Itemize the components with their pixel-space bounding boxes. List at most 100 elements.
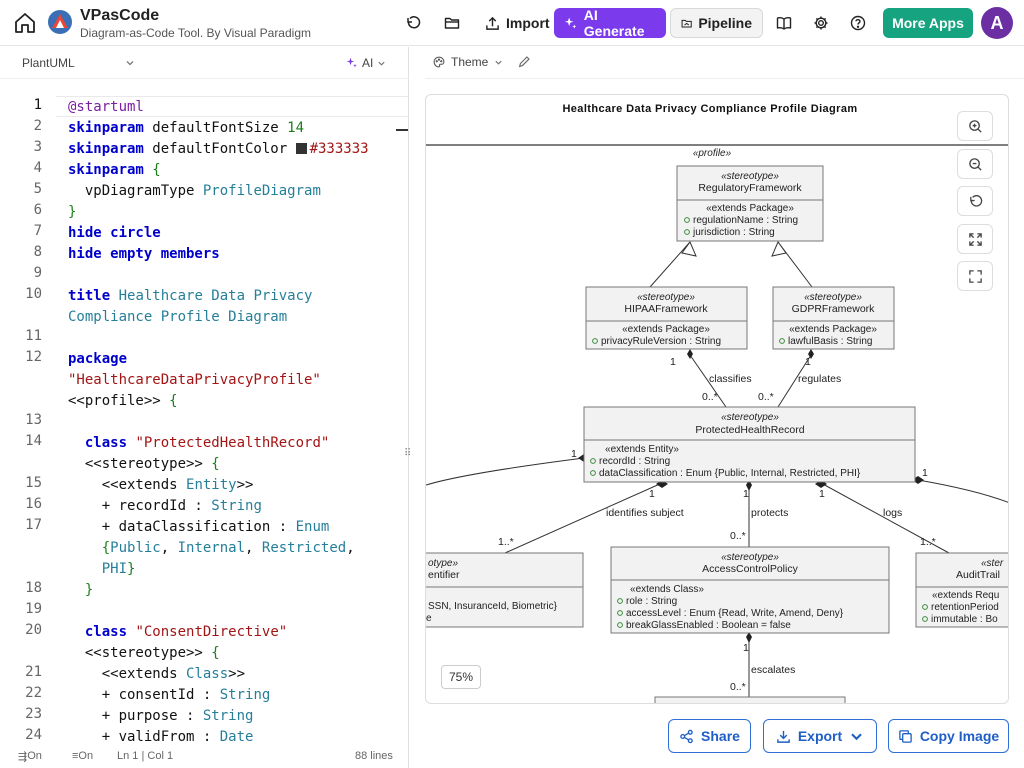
multiplicity: 1 xyxy=(743,488,749,500)
line-number: 16 xyxy=(25,496,42,512)
help-icon xyxy=(850,15,866,31)
line-number: 5 xyxy=(33,181,42,197)
stereotype-label: «stereotype» xyxy=(721,552,779,563)
profile-label: «profile» xyxy=(693,148,732,159)
class-box-hipaa-framework[interactable]: «stereotype» HIPAAFramework «extends Pac… xyxy=(585,286,748,350)
multiplicity: 0..* xyxy=(730,681,746,693)
multiplicity: 1 xyxy=(743,642,749,654)
code-editor[interactable]: 1 @startuml 2 skinparam defaultFontSize … xyxy=(0,95,408,742)
extends-label: «extends Requ xyxy=(932,590,999,601)
attribute: recordId : String xyxy=(599,456,670,467)
attribute: SSN, InsuranceId, Biometric} xyxy=(428,601,558,612)
ai-generate-button[interactable]: AI Generate xyxy=(554,7,666,39)
minimap-toggle[interactable]: ≡ On xyxy=(72,750,93,762)
line-number: 12 xyxy=(25,349,42,365)
attribute: immutable : Bo xyxy=(931,614,998,625)
share-button[interactable]: Share xyxy=(668,719,751,753)
vpascode-logo xyxy=(46,8,74,36)
association-left xyxy=(426,457,585,486)
line-number: 20 xyxy=(25,622,42,638)
extends-label: «extends Class» xyxy=(630,584,704,595)
share-icon xyxy=(680,729,693,743)
help-button[interactable] xyxy=(845,10,871,36)
class-name: AuditTrail xyxy=(956,569,1000,581)
attribute: breakGlassEnabled : Boolean = false xyxy=(626,620,791,631)
line-number: 3 xyxy=(33,139,42,155)
attribute: retentionPeriod xyxy=(931,602,999,613)
word-wrap-toggle[interactable]: ⇶ On xyxy=(18,750,42,763)
class-name: AccessControlPolicy xyxy=(702,563,798,575)
chevron-down-icon xyxy=(126,61,134,66)
share-label: Share xyxy=(701,728,740,744)
class-box-escalation[interactable] xyxy=(654,696,846,704)
reset-zoom-button[interactable] xyxy=(957,186,993,216)
zoom-out-button[interactable] xyxy=(957,149,993,179)
edit-theme-button[interactable] xyxy=(518,55,531,73)
class-name: HIPAAFramework xyxy=(624,303,708,315)
fit-to-screen-button[interactable] xyxy=(957,224,993,254)
sparkle-icon xyxy=(564,16,577,29)
sparkle-icon xyxy=(346,57,357,68)
color-swatch xyxy=(295,143,307,154)
import-button[interactable]: Import xyxy=(475,8,560,38)
more-apps-button[interactable]: More Apps xyxy=(883,8,973,38)
attribute: e xyxy=(426,613,432,624)
undo-button[interactable] xyxy=(400,10,426,36)
editor-header: PlantUML AI xyxy=(0,47,409,79)
line-number: 17 xyxy=(25,517,42,533)
multiplicity: 0..* xyxy=(702,391,718,403)
editor-status-bar: ⇶ On ≡ On Ln 1 | Col 1 88 lines xyxy=(0,744,409,768)
import-label: Import xyxy=(506,15,550,31)
home-icon xyxy=(15,13,35,33)
chevron-down-icon xyxy=(378,61,385,66)
cursor-position: Ln 1 | Col 1 xyxy=(117,750,174,762)
class-box-regulatory-framework[interactable]: «stereotype» RegulatoryFramework «extend… xyxy=(676,165,824,242)
multiplicity: 1 xyxy=(819,488,825,500)
docs-button[interactable] xyxy=(771,10,797,36)
language-select[interactable]: PlantUML xyxy=(22,56,135,70)
zoom-in-button[interactable] xyxy=(957,111,993,141)
ai-assist-select[interactable]: AI xyxy=(346,56,386,70)
multiplicity: 1..* xyxy=(920,536,936,548)
line-number: 13 xyxy=(25,412,42,428)
attribute: dataClassification : Enum {Public, Inter… xyxy=(599,468,861,479)
uml-diagram: Healthcare Data Privacy Compliance Profi… xyxy=(426,103,1009,704)
pencil-icon xyxy=(518,56,530,68)
association-right xyxy=(917,479,1008,503)
avatar[interactable]: A xyxy=(981,7,1013,39)
line-number: 1 xyxy=(33,97,42,113)
class-box-audit-trail[interactable]: «ster AuditTrail «extends Requ retention… xyxy=(915,552,1009,628)
class-box-access-control-policy[interactable]: «stereotype» AccessControlPolicy «extend… xyxy=(610,546,890,634)
class-box-identifier[interactable]: otype» entifier SSN, InsuranceId, Biomet… xyxy=(426,552,584,628)
fullscreen-icon xyxy=(968,269,982,283)
settings-button[interactable] xyxy=(808,10,834,36)
multiplicity: 1 xyxy=(922,467,928,479)
line-number: 2 xyxy=(33,118,42,134)
download-icon xyxy=(777,730,790,743)
editor-pane: PlantUML AI ⠿ 1 @startuml 2 skinparam de… xyxy=(0,47,411,768)
extends-label: «extends Package» xyxy=(706,203,794,214)
stereotype-label: otype» xyxy=(428,558,458,569)
attribute: privacyRuleVersion : String xyxy=(601,336,721,347)
class-box-gdpr-framework[interactable]: «stereotype» GDPRFramework «extends Pack… xyxy=(772,286,895,350)
upload-icon xyxy=(486,16,499,30)
pipeline-button[interactable]: Pipeline xyxy=(670,8,763,38)
class-box-protected-health-record[interactable]: «stereotype» ProtectedHealthRecord «exte… xyxy=(583,406,916,483)
folder-icon xyxy=(444,17,460,29)
label-identifies-subject: identifies subject xyxy=(606,507,684,519)
home-button[interactable] xyxy=(10,8,40,38)
export-label: Export xyxy=(797,728,843,744)
open-folder-button[interactable] xyxy=(439,10,465,36)
copy-image-button[interactable]: Copy Image xyxy=(888,719,1009,753)
zoom-level-indicator[interactable]: 75% xyxy=(441,665,481,689)
diagram-canvas[interactable]: Healthcare Data Privacy Compliance Profi… xyxy=(425,94,1009,704)
line-number: 10 xyxy=(25,286,42,302)
fullscreen-button[interactable] xyxy=(957,261,993,291)
attribute: jurisdiction : String xyxy=(692,227,775,238)
book-icon xyxy=(776,17,792,30)
label-protects: protects xyxy=(751,507,788,519)
undo-icon xyxy=(407,16,421,29)
export-button[interactable]: Export xyxy=(763,719,877,753)
theme-select[interactable]: Theme xyxy=(433,55,503,69)
language-label: PlantUML xyxy=(22,56,75,70)
